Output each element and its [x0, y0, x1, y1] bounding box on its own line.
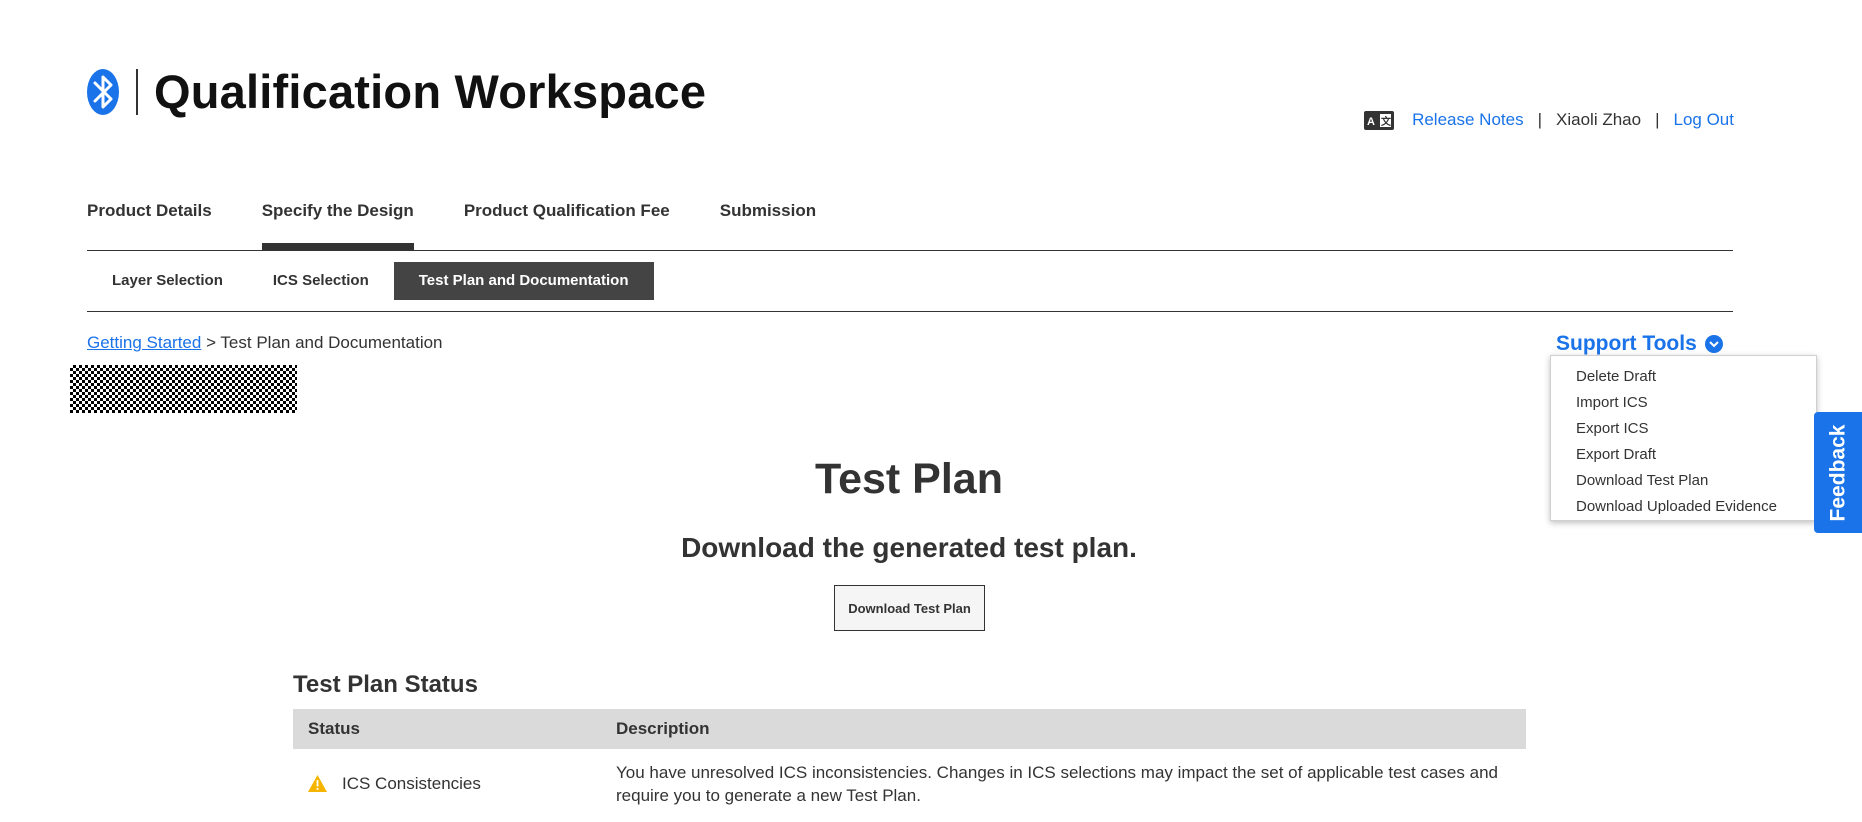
subtab-ics-selection[interactable]: ICS Selection — [248, 262, 394, 300]
description-cell: You have unresolved ICS inconsistencies.… — [616, 763, 1498, 805]
status-heading: Test Plan Status — [293, 671, 478, 698]
support-tools-toggle[interactable]: Support Tools — [1556, 332, 1723, 356]
status-table: Status Description ICS Consistencies You… — [293, 709, 1526, 807]
main-tabs: Product Details Specify the Design Produ… — [87, 198, 1733, 251]
top-links: A 文 Release Notes | Xiaoli Zhao | Log Ou… — [1364, 110, 1734, 130]
status-text: ICS Consistencies — [342, 774, 481, 793]
download-test-plan-button[interactable]: Download Test Plan — [834, 585, 985, 631]
separator: | — [1655, 110, 1660, 129]
app-title: Qualification Workspace — [154, 65, 707, 118]
column-header-description: Description — [601, 709, 1526, 749]
bluetooth-icon — [87, 68, 119, 115]
translate-icon[interactable]: A 文 — [1364, 110, 1395, 130]
feedback-button[interactable]: Feedback — [1814, 412, 1862, 533]
table-header-row: Status Description — [293, 709, 1526, 749]
warning-icon — [308, 775, 327, 792]
tab-submission[interactable]: Submission — [720, 198, 816, 250]
menu-item-export-ics[interactable]: Export ICS — [1551, 416, 1816, 442]
breadcrumb-current: > Test Plan and Documentation — [206, 333, 443, 352]
svg-text:文: 文 — [1381, 115, 1392, 128]
page-subtitle: Download the generated test plan. — [681, 532, 1137, 563]
logout-link[interactable]: Log Out — [1674, 110, 1735, 130]
menu-item-import-ics[interactable]: Import ICS — [1551, 390, 1816, 416]
breadcrumb-getting-started-link[interactable]: Getting Started — [87, 333, 201, 352]
tab-product-qualification-fee[interactable]: Product Qualification Fee — [464, 198, 670, 250]
user-name: Xiaoli Zhao — [1556, 110, 1642, 129]
chevron-down-icon — [1704, 335, 1723, 353]
table-row: ICS Consistencies You have unresolved IC… — [293, 749, 1526, 807]
breadcrumb: Getting Started > Test Plan and Document… — [87, 333, 443, 353]
page: Qualification Workspace A 文 Release Note… — [0, 0, 1862, 822]
column-header-status: Status — [293, 709, 601, 749]
app-header: Qualification Workspace — [86, 64, 706, 119]
feedback-label: Feedback — [1826, 424, 1850, 521]
menu-item-delete-draft[interactable]: Delete Draft — [1551, 364, 1816, 390]
support-tools-label: Support Tools — [1556, 332, 1697, 355]
page-title: Test Plan — [815, 455, 1003, 503]
sub-tabs: Layer Selection ICS Selection Test Plan … — [87, 251, 1733, 312]
tab-specify-the-design[interactable]: Specify the Design — [261, 198, 414, 251]
tab-product-details[interactable]: Product Details — [87, 198, 212, 250]
subtab-layer-selection[interactable]: Layer Selection — [87, 262, 248, 300]
release-notes-link[interactable]: Release Notes — [1412, 110, 1524, 130]
status-cell: ICS Consistencies — [293, 749, 601, 807]
subtab-test-plan-and-documentation[interactable]: Test Plan and Documentation — [393, 262, 654, 300]
separator: | — [1537, 110, 1543, 129]
svg-text:A: A — [1367, 116, 1375, 128]
logo-divider — [136, 68, 138, 115]
redacted-block — [70, 365, 297, 413]
